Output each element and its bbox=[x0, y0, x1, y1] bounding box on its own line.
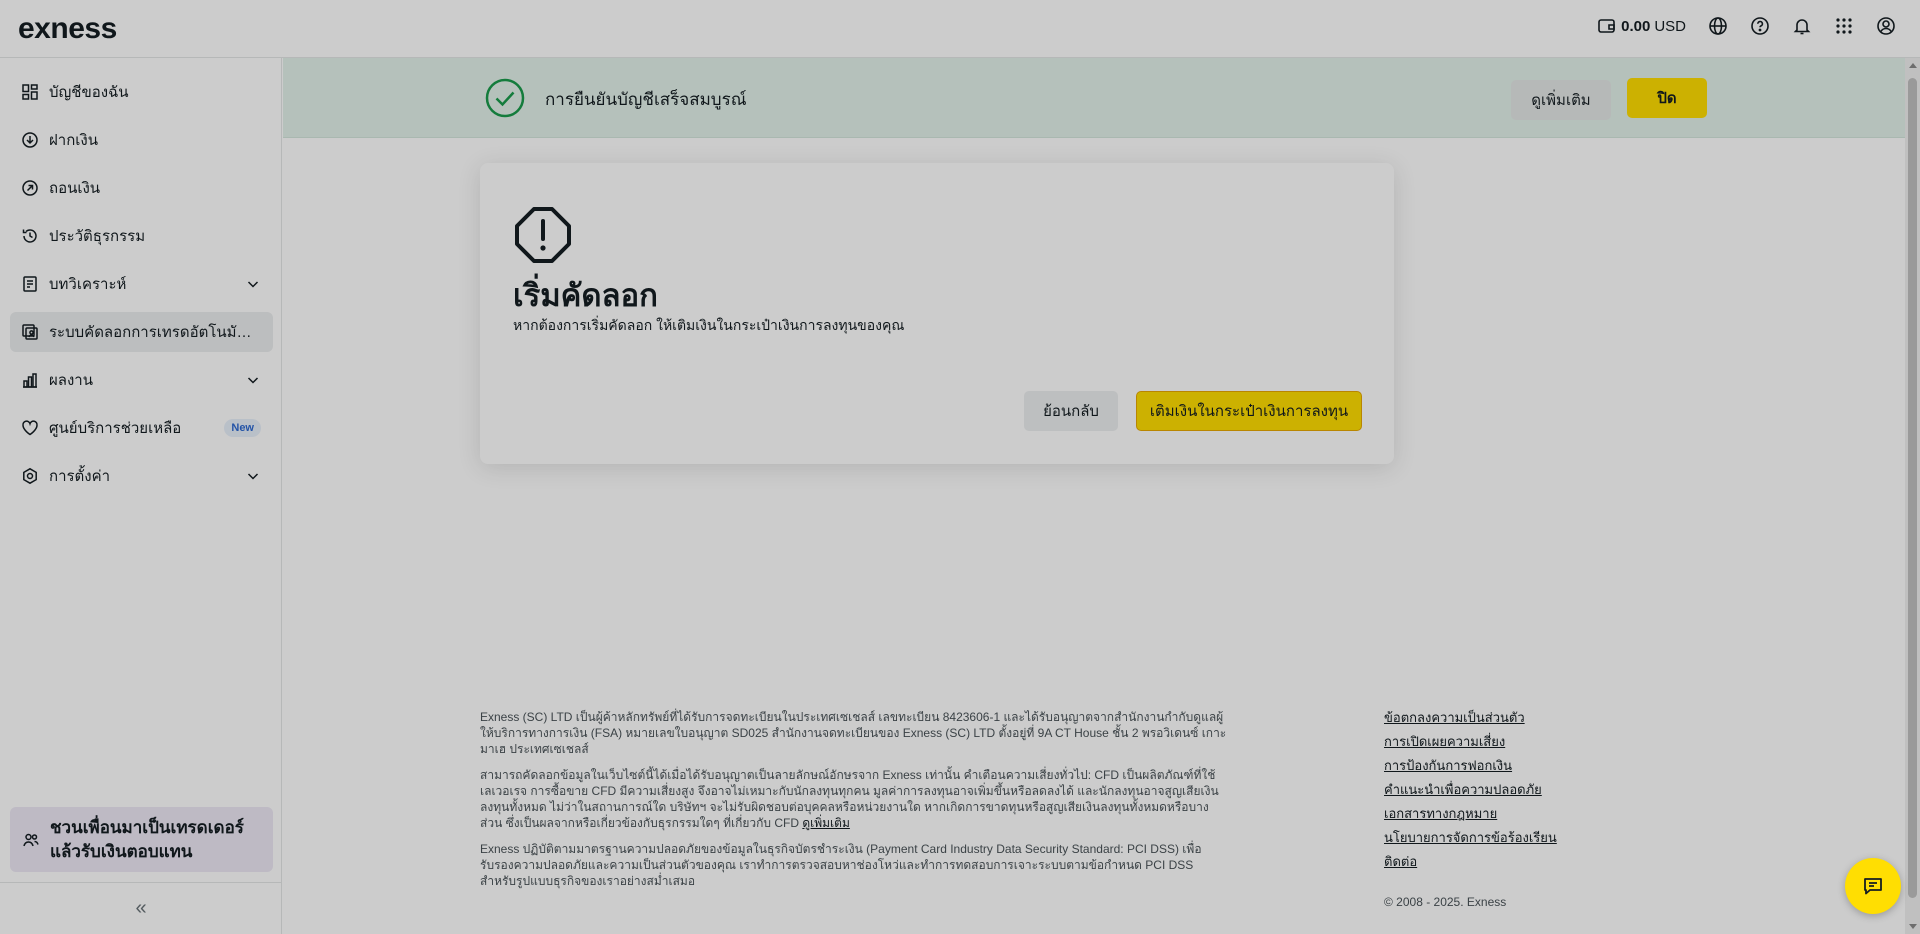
analytics-icon bbox=[21, 275, 39, 293]
copyright: © 2008 - 2025. Exness bbox=[1384, 895, 1507, 909]
legal-paragraph-2: สามารถคัดลอกข้อมูลในเว็บไซต์นี้ได้เมื่อไ… bbox=[480, 767, 1230, 831]
sidebar-item-label: บทวิเคราะห์ bbox=[49, 276, 127, 293]
legal-paragraph-3: Exness ปฏิบัติตามมาตรฐานความปลอดภัยของข้… bbox=[480, 842, 1202, 888]
globe-icon[interactable] bbox=[1708, 16, 1728, 36]
legal-disclaimer: Exness (SC) LTD เป็นผู้ค้าหลักทรัพย์ที่ไ… bbox=[480, 709, 1230, 899]
referral-line-2: แล้วรับเงินตอบแทน bbox=[50, 841, 193, 861]
performance-icon bbox=[21, 371, 39, 389]
exness-logo[interactable]: exness bbox=[18, 12, 117, 46]
sidebar: บัญชีของฉัน ฝากเงิน ถอนเงิน ประวัติธุรกร… bbox=[0, 58, 282, 934]
sidebar-item-label: บัญชีของฉัน bbox=[49, 84, 129, 101]
grid-icon bbox=[21, 83, 39, 101]
sidebar-item-label: ศูนย์บริการช่วยเหลือ bbox=[49, 420, 182, 437]
sidebar-item-analytics[interactable]: บทวิเคราะห์ bbox=[10, 264, 273, 304]
sidebar-item-transaction-history[interactable]: ประวัติธุรกรรม bbox=[10, 216, 273, 256]
sidebar-item-label: ผลงาน bbox=[49, 372, 93, 389]
referral-line-1: ชวนเพื่อนมาเป็นเทรดเดอร์ bbox=[50, 817, 244, 837]
deposit-icon bbox=[21, 131, 39, 149]
history-icon bbox=[21, 227, 39, 245]
sidebar-item-label: ระบบคัดลอกการเทรดอัตโนมัติ (S... bbox=[49, 324, 259, 341]
complaints-policy-link[interactable]: นโยบายการจัดการข้อร้องเรียน bbox=[1384, 829, 1557, 847]
scroll-down-arrow-icon[interactable] bbox=[1909, 924, 1917, 929]
warning-octagon-icon bbox=[515, 207, 571, 263]
copy-trading-icon bbox=[21, 323, 39, 341]
legal-documents-link[interactable]: เอกสารทางกฎหมาย bbox=[1384, 805, 1557, 823]
chevron-down-icon bbox=[247, 473, 259, 480]
top-up-investment-wallet-button[interactable]: เติมเงินในกระเป๋าเงินการลงทุน bbox=[1136, 391, 1362, 431]
sidebar-item-my-accounts[interactable]: บัญชีของฉัน bbox=[10, 72, 273, 112]
risk-disclosure-link[interactable]: การเปิดเผยความเสี่ยง bbox=[1384, 733, 1557, 751]
sidebar-item-settings[interactable]: การตั้งค่า bbox=[10, 456, 273, 496]
close-banner-button[interactable]: ปิด bbox=[1627, 78, 1707, 118]
scroll-up-arrow-icon[interactable] bbox=[1909, 63, 1917, 68]
banner-text: การยืนยันบัญชีเสร็จสมบูรณ์ bbox=[545, 90, 747, 109]
users-icon bbox=[23, 833, 39, 846]
footer-links: ข้อตกลงความเป็นส่วนตัว การเปิดเผยความเสี… bbox=[1384, 709, 1557, 871]
user-profile-icon[interactable] bbox=[1876, 16, 1896, 36]
verification-banner: การยืนยันบัญชีเสร็จสมบูรณ์ ดูเพิ่มเติม ป… bbox=[283, 58, 1905, 138]
balance-amount: 0.00 bbox=[1621, 17, 1651, 35]
read-more-link[interactable]: ดูเพิ่มเติม bbox=[802, 816, 850, 830]
page-scrollbar[interactable] bbox=[1905, 58, 1920, 934]
wallet-icon bbox=[1597, 16, 1617, 36]
settings-icon bbox=[21, 467, 39, 485]
sidebar-item-label: การตั้งค่า bbox=[49, 468, 111, 485]
heart-icon bbox=[21, 419, 39, 437]
sidebar-item-label: ประวัติธุรกรรม bbox=[49, 228, 146, 245]
header-actions: 0.00 USD bbox=[1597, 16, 1896, 36]
aml-link[interactable]: การป้องกันการฟอกเงิน bbox=[1384, 757, 1557, 775]
scrollbar-thumb[interactable] bbox=[1908, 78, 1917, 898]
referral-banner[interactable]: ชวนเพื่อนมาเป็นเทรดเดอร์ แล้วรับเงินตอบแ… bbox=[10, 807, 273, 872]
dialog-description: หากต้องการเริ่มคัดลอก ให้เติมเงินในกระเป… bbox=[513, 317, 905, 333]
balance-display[interactable]: 0.00 USD bbox=[1597, 16, 1686, 36]
apps-grid-icon[interactable] bbox=[1834, 16, 1854, 36]
legal-paragraph-1: Exness (SC) LTD เป็นผู้ค้าหลักทรัพย์ที่ไ… bbox=[480, 710, 1227, 756]
sidebar-item-performance[interactable]: ผลงาน bbox=[10, 360, 273, 400]
live-chat-button[interactable] bbox=[1845, 858, 1901, 914]
new-badge: New bbox=[224, 419, 261, 437]
sidebar-item-withdraw[interactable]: ถอนเงิน bbox=[10, 168, 273, 208]
sidebar-item-help-center[interactable]: ศูนย์บริการช่วยเหลือ New bbox=[10, 408, 273, 448]
learn-more-button[interactable]: ดูเพิ่มเติม bbox=[1511, 80, 1611, 120]
chevron-down-icon bbox=[247, 281, 259, 288]
sidebar-item-deposit[interactable]: ฝากเงิน bbox=[10, 120, 273, 160]
start-copying-dialog: เริ่มคัดลอก หากต้องการเริ่มคัดลอก ให้เติ… bbox=[480, 163, 1394, 464]
withdraw-icon bbox=[21, 179, 39, 197]
chat-icon bbox=[1864, 878, 1882, 895]
check-circle-icon bbox=[485, 78, 525, 118]
referral-text: ชวนเพื่อนมาเป็นเทรดเดอร์ แล้วรับเงินตอบแ… bbox=[50, 816, 244, 864]
contact-link[interactable]: ติดต่อ bbox=[1384, 853, 1557, 871]
help-icon[interactable] bbox=[1750, 16, 1770, 36]
security-tips-link[interactable]: คำแนะนำเพื่อความปลอดภัย bbox=[1384, 781, 1557, 799]
sidebar-item-copy-trading[interactable]: ระบบคัดลอกการเทรดอัตโนมัติ (S... bbox=[10, 312, 273, 352]
balance-currency: USD bbox=[1654, 17, 1686, 35]
privacy-agreement-link[interactable]: ข้อตกลงความเป็นส่วนตัว bbox=[1384, 709, 1557, 727]
sidebar-item-label: ฝากเงิน bbox=[49, 132, 98, 149]
chevron-down-icon bbox=[247, 377, 259, 384]
dialog-title: เริ่มคัดลอก bbox=[513, 278, 658, 313]
sidebar-item-label: ถอนเงิน bbox=[49, 180, 101, 197]
collapse-sidebar-button[interactable]: « bbox=[0, 882, 282, 934]
top-header: exness 0.00 USD bbox=[0, 0, 1920, 58]
back-button[interactable]: ย้อนกลับ bbox=[1024, 391, 1118, 431]
bell-icon[interactable] bbox=[1792, 16, 1812, 36]
